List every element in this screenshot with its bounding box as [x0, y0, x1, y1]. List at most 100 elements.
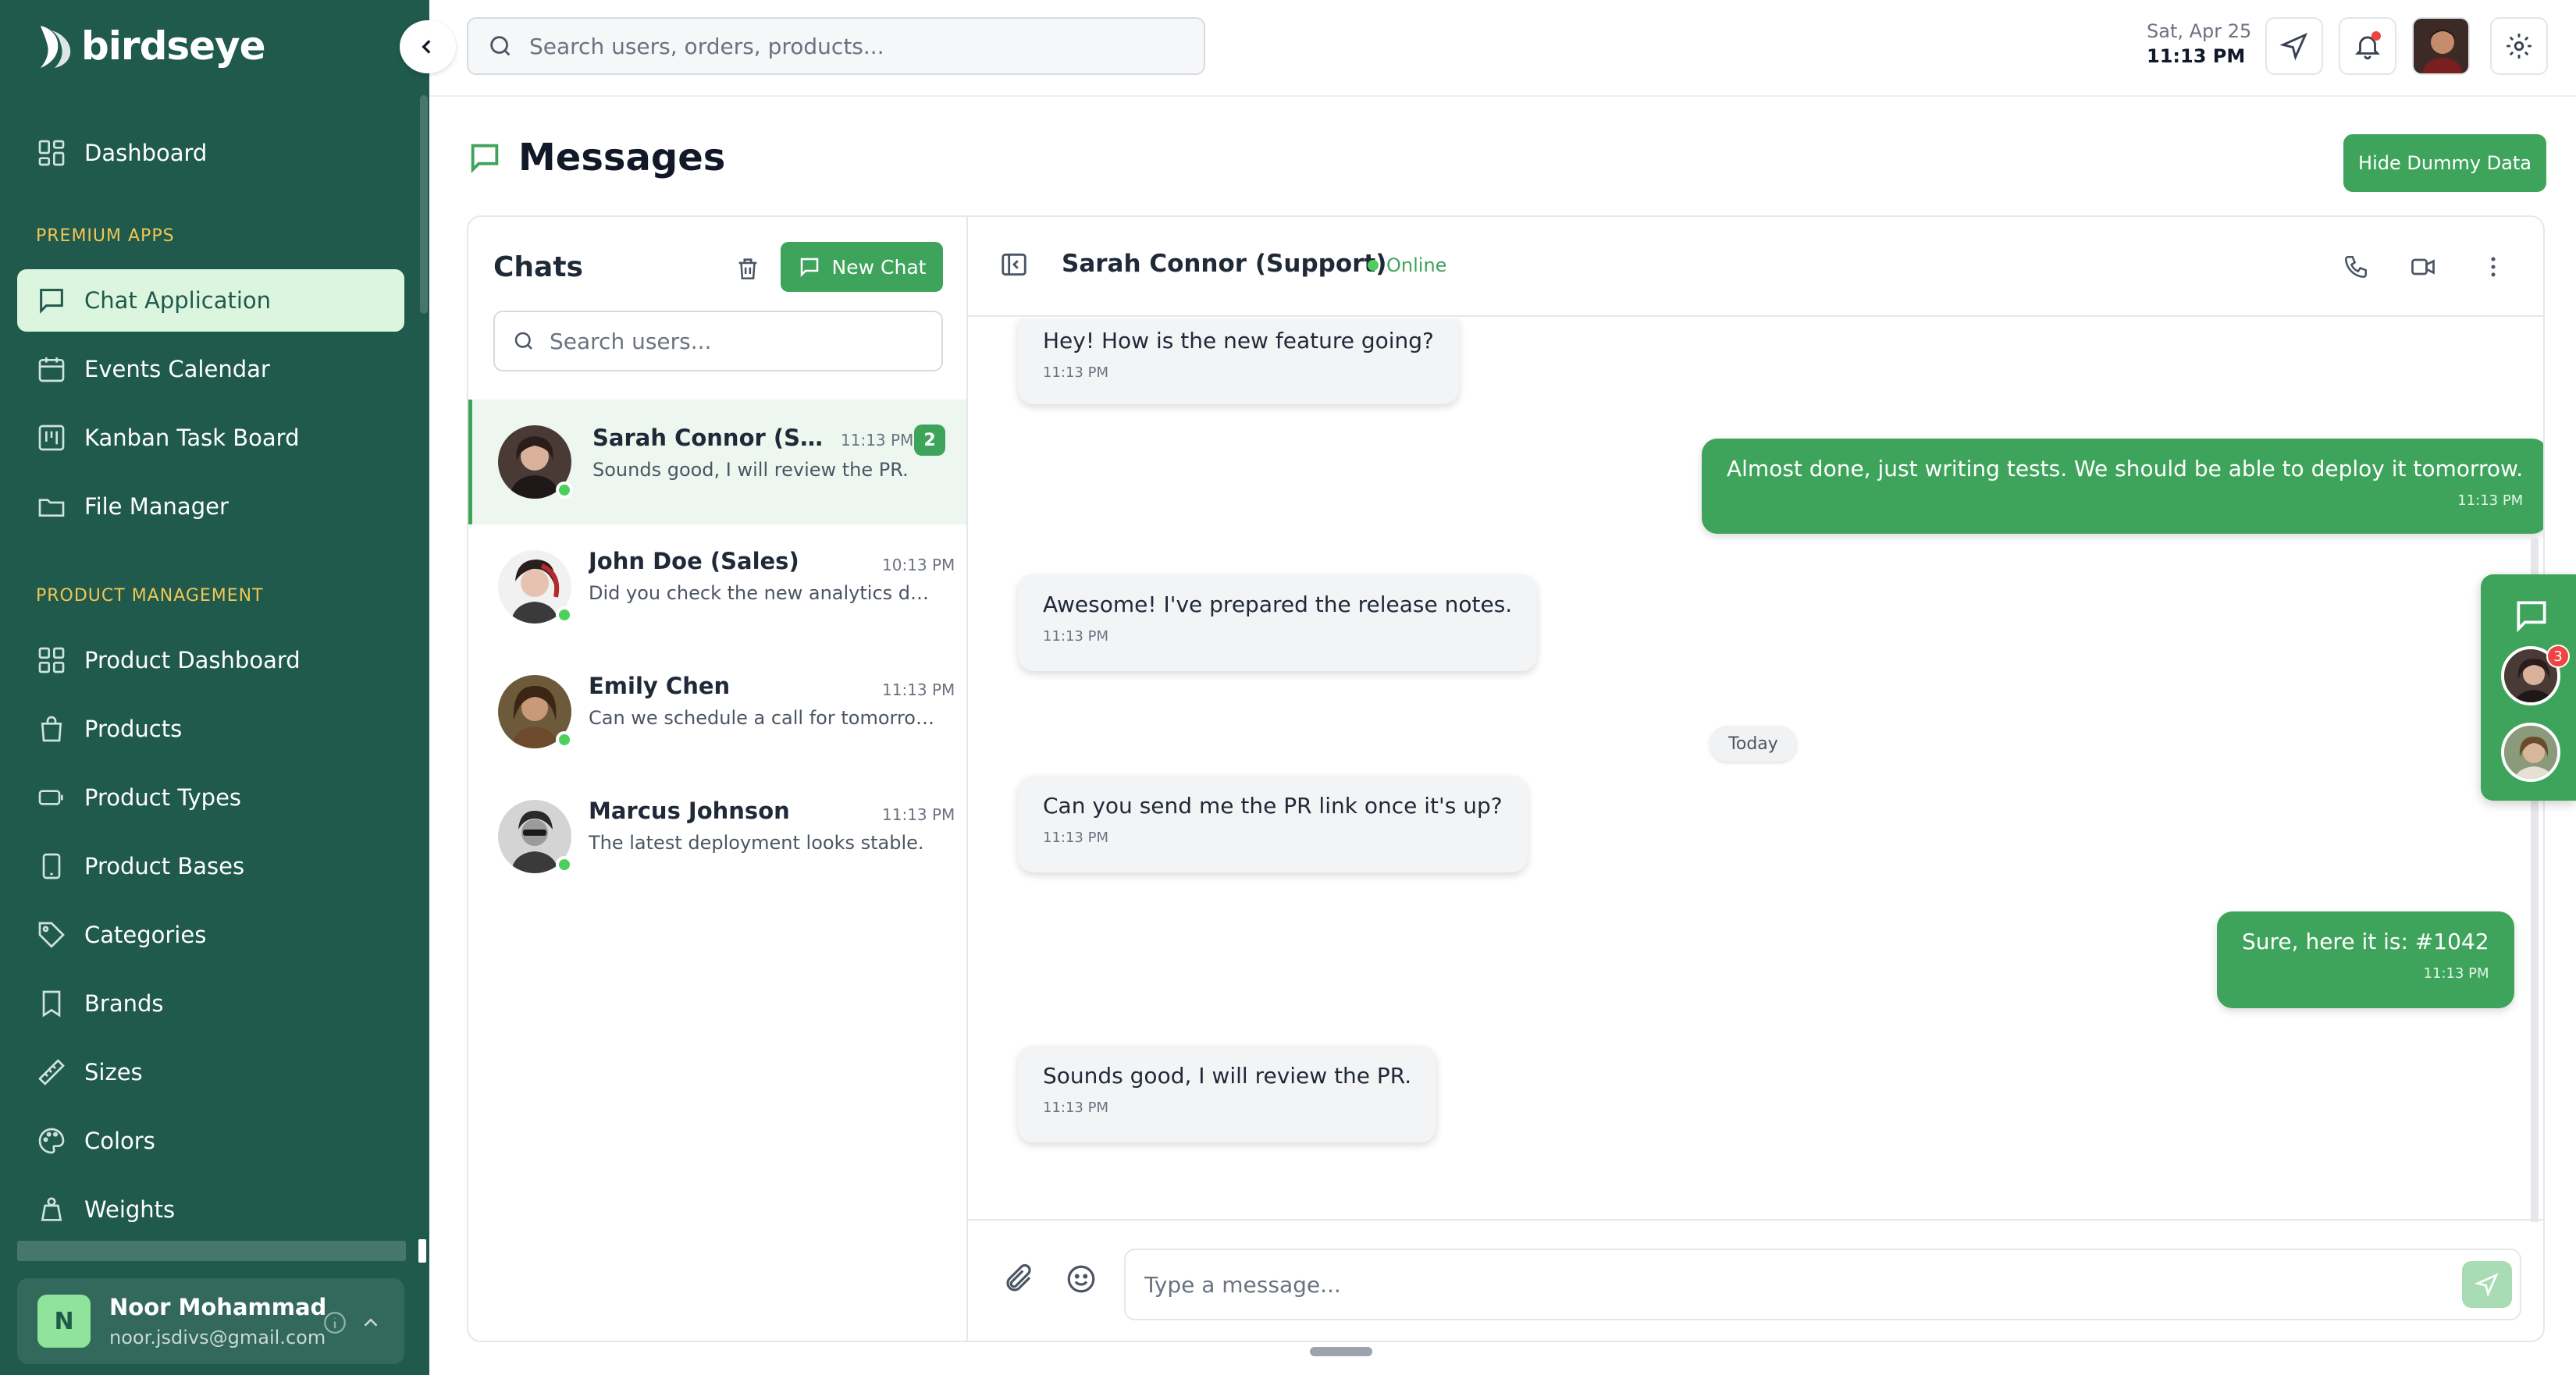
chat-icon — [40, 289, 63, 314]
scroll-knob[interactable] — [418, 1239, 426, 1263]
message-input-wrapper[interactable] — [1124, 1249, 2521, 1320]
video-icon — [2411, 258, 2435, 275]
avatar — [498, 425, 573, 499]
sidebar-item-product-types[interactable]: Product Types — [17, 766, 404, 829]
user-name: Noor Mohammad — [109, 1294, 327, 1320]
sidebar-item-categories[interactable]: Categories — [17, 904, 404, 966]
global-search[interactable] — [467, 17, 1205, 75]
gear-icon — [2507, 34, 2532, 59]
message-time: 11:13 PM — [1043, 364, 1108, 381]
top-bar: Sat, Apr 25 11:13 PM — [429, 0, 2576, 97]
sidebar-horizontal-scrollbar[interactable] — [17, 1241, 406, 1261]
sidebar-item-label: Weights — [84, 1196, 176, 1223]
notification-dot — [2371, 31, 2381, 41]
message-text: Awesome! I've prepared the release notes… — [1043, 592, 1513, 617]
message-bubble-outgoing: Almost done, just writing tests. We shou… — [1702, 439, 2543, 534]
send-message-button[interactable] — [2462, 1261, 2512, 1308]
conversation-item[interactable]: Emily Chen Can we schedule a call for to… — [468, 649, 966, 774]
sidebar-item-sizes[interactable]: Sizes — [17, 1041, 404, 1103]
delete-chats-button[interactable] — [726, 247, 770, 290]
collapse-sidebar-button[interactable] — [400, 20, 456, 73]
ruler-icon — [38, 1059, 65, 1085]
user-profile-card[interactable]: N Noor Mohammad noor.jsdivs@gmail.com — [17, 1278, 404, 1364]
brand-logo[interactable]: birdseye — [36, 20, 266, 72]
conversation-item[interactable]: John Doe (Sales) Did you check the new a… — [468, 524, 966, 649]
info-icon[interactable] — [322, 1309, 348, 1336]
sidebar-item-colors[interactable]: Colors — [17, 1110, 404, 1172]
datetime: Sat, Apr 25 11:13 PM — [2147, 20, 2252, 67]
sidebar-item-product-dashboard[interactable]: Product Dashboard — [17, 629, 404, 691]
sidebar-toggle-icon — [1002, 253, 1026, 276]
smiley-icon — [1067, 1265, 1095, 1293]
message-bubble-incoming: Can you send me the PR link once it's up… — [1018, 776, 1528, 872]
resize-handle[interactable] — [1310, 1347, 1372, 1356]
more-vertical-icon — [2491, 257, 2496, 277]
sidebar-item-dashboard[interactable]: Dashboard — [17, 122, 404, 184]
conversation-preview: Did you check the new analytics dashboar… — [589, 582, 940, 604]
sidebar-item-file-manager[interactable]: File Manager — [17, 475, 404, 538]
message-text: Sure, here it is: #1042 — [2242, 929, 2489, 954]
chevron-up-icon[interactable] — [359, 1309, 382, 1336]
tag-icon — [38, 922, 65, 948]
conversation-item[interactable]: Marcus Johnson The latest deployment loo… — [468, 774, 966, 899]
settings-button[interactable] — [2490, 17, 2548, 75]
avatar — [498, 675, 573, 748]
sidebar-item-label: Kanban Task Board — [84, 425, 300, 451]
sidebar-item-weights[interactable]: Weights — [17, 1178, 404, 1241]
attach-button[interactable] — [1002, 1263, 1035, 1298]
conversation-item[interactable]: Sarah Connor (Support) Sounds good, I wi… — [468, 400, 966, 524]
conversation-name: John Doe (Sales) — [589, 548, 799, 574]
video-call-button[interactable] — [2406, 250, 2440, 284]
notifications-button[interactable] — [2339, 17, 2396, 75]
message-time: 11:13 PM — [1043, 830, 1108, 846]
new-chat-button[interactable]: New Chat — [781, 242, 943, 292]
sidebar-item-chat-application[interactable]: Chat Application — [17, 269, 404, 332]
conversation-name: Marcus Johnson — [589, 798, 790, 824]
chat-list: Chats New Chat Sarah Connor (Support) So… — [468, 217, 968, 1341]
sidebar-item-events-calendar[interactable]: Events Calendar — [17, 338, 404, 400]
avatar — [498, 800, 573, 873]
sidebar-item-label: Brands — [84, 990, 164, 1017]
sidebar-item-brands[interactable]: Brands — [17, 972, 404, 1035]
chat-search[interactable] — [493, 311, 943, 371]
dock-avatar[interactable] — [2501, 723, 2560, 782]
more-options-button[interactable] — [2476, 250, 2510, 284]
bird-logo-icon — [41, 26, 71, 68]
sidebar-item-label: Dashboard — [84, 140, 208, 166]
conversation-name: Sarah Connor (Support) — [592, 425, 834, 451]
message-input[interactable] — [1144, 1271, 2425, 1298]
chats-title: Chats — [493, 251, 583, 283]
sidebar-item-kanban-task-board[interactable]: Kanban Task Board — [17, 407, 404, 469]
messages-panel: Chats New Chat Sarah Connor (Support) So… — [467, 215, 2545, 1342]
conversation-preview: The latest deployment looks stable. — [589, 832, 924, 854]
brand-name: birdseye — [81, 23, 266, 69]
sidebar-item-label: Sizes — [84, 1059, 143, 1085]
conversation-title: Sarah Connor (Support) — [1062, 250, 1387, 278]
unread-badge: 2 — [914, 425, 945, 456]
chevron-left-icon — [422, 40, 431, 54]
toggle-chat-list-button[interactable] — [999, 250, 1029, 282]
conversation-time: 11:13 PM — [882, 805, 955, 824]
send-button[interactable] — [2265, 17, 2323, 75]
global-search-input[interactable] — [529, 33, 1169, 59]
chat-icon[interactable] — [2512, 596, 2551, 635]
dock-unread-badge: 3 — [2546, 645, 2570, 668]
message-bubble-incoming: Awesome! I've prepared the release notes… — [1018, 574, 1538, 671]
current-date: Sat, Apr 25 — [2147, 20, 2252, 42]
message-bubble-incoming: Sounds good, I will review the PR. 11:13… — [1018, 1046, 1437, 1142]
sidebar-item-product-bases[interactable]: Product Bases — [17, 835, 404, 897]
weight-icon — [41, 1197, 62, 1221]
sidebar-item-products[interactable]: Products — [17, 698, 404, 760]
paperclip-icon — [1006, 1263, 1031, 1292]
sidebar-item-label: File Manager — [84, 493, 229, 520]
search-icon — [514, 332, 532, 350]
emoji-button[interactable] — [1065, 1263, 1098, 1298]
profile-avatar[interactable] — [2412, 17, 2470, 75]
user-avatar: N — [37, 1295, 91, 1348]
chat-search-input[interactable] — [550, 328, 924, 354]
online-status: Online — [1368, 254, 1446, 276]
voice-call-button[interactable] — [2339, 250, 2373, 284]
conversation-time: 10:13 PM — [882, 556, 955, 574]
hide-dummy-data-button[interactable]: Hide Dummy Data — [2343, 134, 2546, 192]
sidebar-scrollbar[interactable] — [420, 95, 428, 314]
